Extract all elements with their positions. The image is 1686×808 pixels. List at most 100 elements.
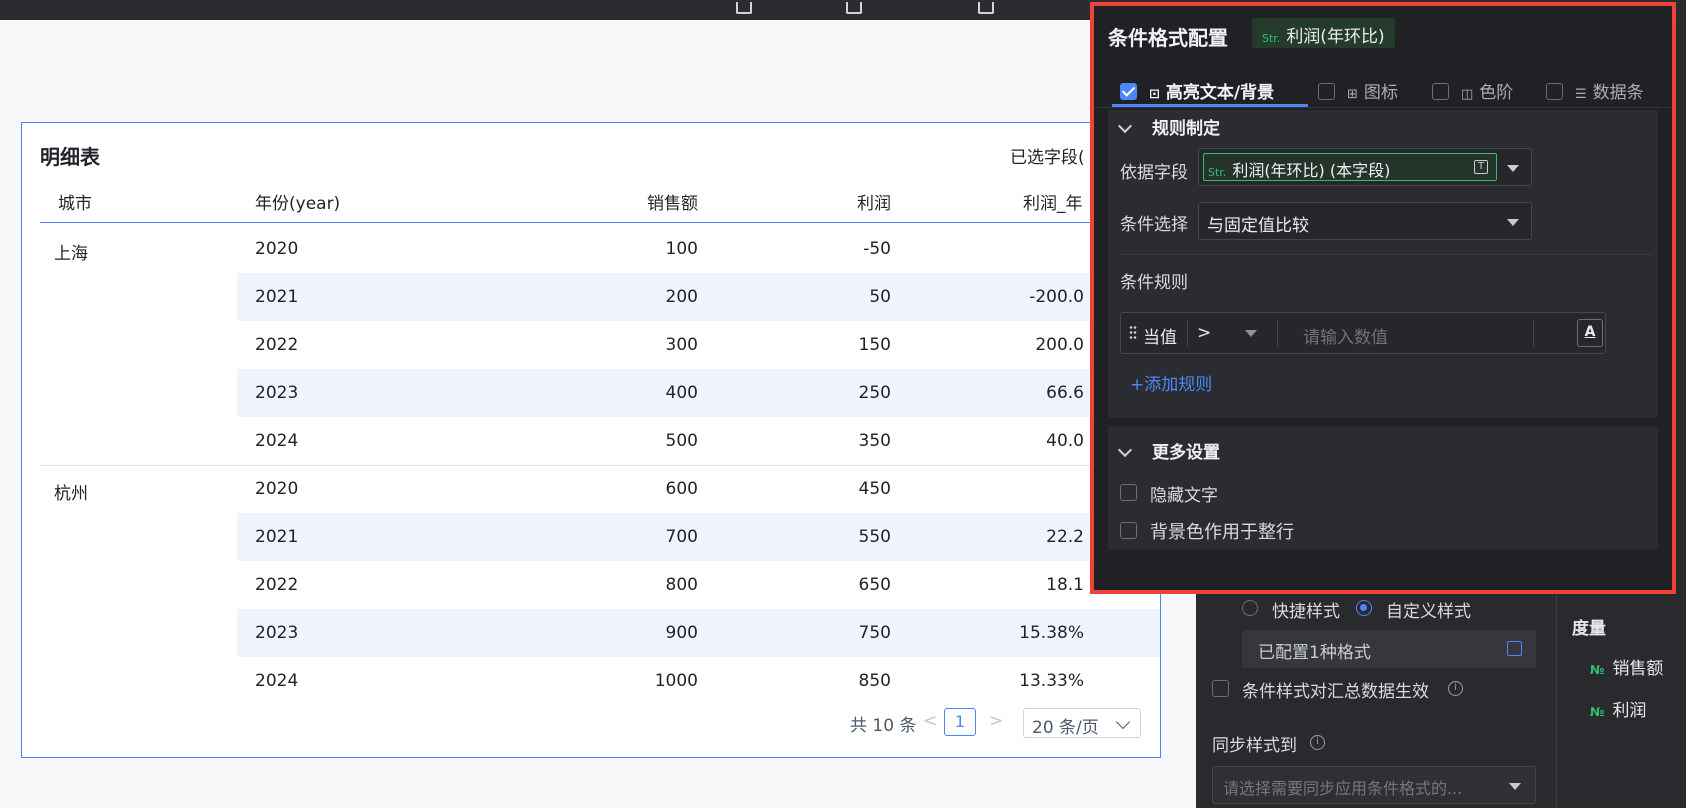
sales-cell: 800 [665, 575, 698, 595]
profit-cell: 50 [869, 287, 891, 307]
dropdown-caret-icon [1507, 165, 1519, 172]
header-city[interactable]: 城市 [58, 189, 92, 214]
profit-yoy-cell: 200.0 [1035, 335, 1084, 355]
year-cell: 2024 [255, 671, 299, 691]
prev-page-button[interactable]: < [923, 711, 937, 731]
bg-whole-row-checkbox[interactable] [1120, 522, 1137, 539]
tab-checkbox[interactable] [1432, 83, 1449, 100]
basis-field-chip: Str. 利润(年环比) (本字段) T [1203, 153, 1497, 181]
text-format-icon: T [1474, 160, 1488, 174]
table-row[interactable]: 2021 200 50 -200.0 [237, 273, 1160, 321]
info-icon[interactable]: i [1310, 735, 1325, 750]
more-settings-header[interactable]: 更多设置 [1117, 438, 1220, 463]
drag-handle-icon[interactable] [1129, 325, 1137, 341]
year-cell: 2020 [255, 479, 299, 499]
header-year[interactable]: 年份(year) [255, 189, 340, 214]
edit-icon[interactable] [1507, 641, 1522, 656]
number-type-icon: № [1590, 663, 1605, 677]
page-size-value: 20 条/页 [1032, 718, 1099, 738]
measure-label: 销售额 [1612, 659, 1664, 679]
chevron-down-icon [1117, 118, 1133, 134]
rule-value-input[interactable]: 请输入数值 [1303, 323, 1388, 348]
table-row[interactable]: 2020 600 450 [237, 465, 1160, 513]
header-profit-yoy[interactable]: 利润_年 [1023, 189, 1083, 214]
sync-style-placeholder: 请选择需要同步应用条件格式的... [1223, 779, 1463, 798]
sales-cell: 300 [665, 335, 698, 355]
current-page-button[interactable]: 1 [944, 708, 976, 736]
toolbar-icon[interactable] [978, 2, 994, 14]
rule-when-label: 当值 [1143, 328, 1177, 348]
font-color-button[interactable]: A [1577, 319, 1603, 347]
table-row[interactable]: 2024 500 350 40.0 [237, 417, 1160, 465]
year-cell: 2022 [255, 335, 299, 355]
configured-format-box[interactable]: 已配置1种格式 [1242, 630, 1536, 668]
profit-cell: 650 [858, 575, 891, 595]
operator-select[interactable]: > [1197, 323, 1211, 343]
measure-label: 利润 [1612, 701, 1647, 721]
year-cell: 2020 [255, 239, 299, 259]
basis-field-select[interactable]: Str. 利润(年环比) (本字段) T [1198, 148, 1532, 186]
apply-summary-checkbox[interactable] [1212, 680, 1229, 697]
apply-summary-label[interactable]: 条件样式对汇总数据生效 [1242, 677, 1429, 702]
measure-item-profit[interactable]: № 利润 [1590, 696, 1646, 721]
condition-select[interactable]: 与固定值比较 [1198, 202, 1532, 240]
page-size-select[interactable]: 20 条/页 [1023, 708, 1141, 738]
table-row[interactable]: 2024 1000 850 13.33% [237, 657, 1160, 705]
table-row[interactable]: 2022 800 650 18.1 [237, 561, 1160, 609]
city-cell: 杭州 [54, 484, 88, 504]
profit-yoy-cell: 13.33% [1019, 671, 1084, 691]
divider [1120, 254, 1652, 255]
tab-checkbox[interactable] [1120, 83, 1137, 100]
quick-style-radio[interactable] [1242, 600, 1258, 616]
tab-checkbox[interactable] [1318, 83, 1335, 100]
profit-yoy-cell: 15.38% [1019, 623, 1084, 643]
rule-section-header[interactable]: 规则制定 [1117, 114, 1220, 139]
number-type-icon: № [1590, 705, 1605, 719]
hide-text-checkbox[interactable] [1120, 484, 1137, 501]
table-row[interactable]: 2022 300 150 200.0 [237, 321, 1160, 369]
sync-style-select[interactable]: 请选择需要同步应用条件格式的... [1212, 766, 1536, 804]
detail-table-card[interactable]: 明细表 已选字段( 城市 年份(year) 销售额 利润 利润_年 上海 2020… [21, 122, 1161, 758]
year-cell: 2021 [255, 527, 299, 547]
sales-cell: 500 [665, 431, 698, 451]
custom-style-label[interactable]: 自定义样式 [1386, 597, 1471, 622]
year-cell: 2023 [255, 383, 299, 403]
quick-style-label[interactable]: 快捷样式 [1272, 597, 1340, 622]
tab-label: 高亮文本/背景 [1165, 83, 1275, 103]
tab-label: 色阶 [1479, 83, 1514, 103]
conditional-format-popup: 条件格式配置 Str. 利润(年环比) ⊡ 高亮文本/背景 ⊞ 图标 ◫ 色阶 ☰ 数据条… [1090, 2, 1676, 594]
table-row[interactable]: 2023 400 250 66.6 [237, 369, 1160, 417]
header-sales[interactable]: 销售额 [647, 189, 698, 214]
toolbar-icon[interactable] [846, 2, 862, 14]
field-tag: Str. 利润(年环比) [1252, 18, 1395, 48]
table-header: 城市 年份(year) 销售额 利润 利润_年 [40, 177, 1160, 223]
custom-style-radio[interactable] [1356, 600, 1372, 616]
table-row[interactable]: 2021 700 550 22.2 [237, 513, 1160, 561]
table-row[interactable]: 2023 900 750 15.38% [237, 609, 1160, 657]
table-title: 明细表 [40, 145, 100, 169]
tab-checkbox[interactable] [1546, 83, 1563, 100]
pagination-total: 共 10 条 [850, 716, 917, 736]
table-row[interactable]: 2020 100 -50 [237, 225, 1160, 273]
color-scale-icon: ◫ [1461, 87, 1474, 102]
profit-yoy-cell: -200.0 [1029, 287, 1084, 307]
sales-cell: 1000 [654, 671, 698, 691]
basis-field-value: Str. 利润(年环比) (本字段) [1208, 157, 1390, 181]
dropdown-caret-icon [1509, 783, 1521, 790]
string-type-icon: Str. [1208, 166, 1227, 179]
profit-cell: -50 [863, 239, 891, 259]
info-icon[interactable]: i [1448, 681, 1463, 696]
measure-item-sales[interactable]: № 销售额 [1590, 654, 1663, 679]
next-page-button[interactable]: > [989, 711, 1003, 731]
selected-fields-label[interactable]: 已选字段( [1010, 143, 1085, 168]
dropdown-caret-icon[interactable] [1245, 330, 1257, 337]
profit-cell: 350 [858, 431, 891, 451]
sales-cell: 600 [665, 479, 698, 499]
hide-text-label[interactable]: 隐藏文字 [1150, 481, 1218, 506]
section-title: 更多设置 [1152, 443, 1220, 463]
header-profit[interactable]: 利润 [857, 189, 891, 214]
add-rule-button[interactable]: +添加规则 [1130, 370, 1212, 395]
grid-icon: ⊞ [1347, 87, 1358, 102]
toolbar-icon[interactable] [736, 2, 752, 14]
bg-whole-row-label[interactable]: 背景色作用于整行 [1150, 518, 1294, 544]
